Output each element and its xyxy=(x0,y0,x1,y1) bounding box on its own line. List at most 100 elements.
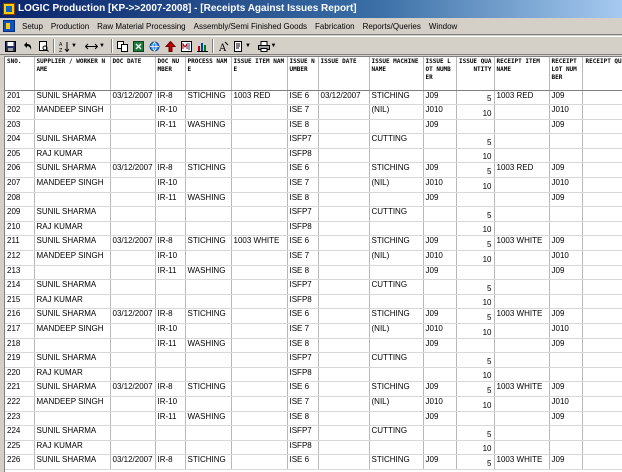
table-cell xyxy=(34,411,111,427)
menu-production[interactable]: Production xyxy=(47,18,93,35)
report-grid[interactable]: SNO. SUPPLIER / WORKER NAME DOC DATE DOC NU… xyxy=(4,56,622,472)
column-header[interactable]: DOC NUMBER xyxy=(155,57,186,91)
table-row[interactable]: 225 RAJ KUMAR ISFP8 10 xyxy=(5,440,622,456)
table-row[interactable]: 210 RAJ KUMAR ISFP8 10 xyxy=(5,221,622,237)
print-preview-icon[interactable] xyxy=(37,39,50,53)
table-row[interactable]: 224 SUNIL SHARMA ISFP7 CUTTING 5 xyxy=(5,425,622,441)
table-cell: J09 xyxy=(423,411,457,427)
resize-columns-icon[interactable]: ▼ xyxy=(84,39,106,53)
column-header[interactable]: ISSUE NUMBER xyxy=(287,57,319,91)
document-icon[interactable] xyxy=(3,20,15,32)
table-row[interactable]: 220 RAJ KUMAR ISFP8 10 xyxy=(5,367,622,383)
column-header[interactable]: ISSUE QUANTITY xyxy=(456,57,495,91)
page-setup-icon[interactable]: ▼ xyxy=(232,39,252,53)
menu-assembly[interactable]: Assembly/Semi Finished Goods xyxy=(190,18,311,35)
table-row[interactable]: 219 SUNIL SHARMA ISFP7 CUTTING 5 xyxy=(5,352,622,368)
table-row[interactable]: 213IR-11WASHINGISE 8J09J095 xyxy=(5,265,622,281)
table-row[interactable]: 214 SUNIL SHARMA ISFP7 CUTTING 5 xyxy=(5,279,622,295)
table-row[interactable]: 221 SUNIL SHARMA 03/12/2007 IR-8 STICHING ISE… xyxy=(5,381,622,397)
menu-window[interactable]: Window xyxy=(425,18,461,35)
print-icon[interactable]: ▼ xyxy=(256,39,278,53)
table-cell: 5 xyxy=(456,381,495,397)
table-cell: ISFP8 xyxy=(287,367,319,383)
undo-icon[interactable] xyxy=(21,39,34,53)
table-cell: 5 xyxy=(582,411,622,427)
table-cell: 03/12/2007 xyxy=(110,381,156,397)
table-cell: 209 xyxy=(5,206,35,222)
table-cell: CUTTING xyxy=(369,133,424,149)
internet-icon[interactable] xyxy=(148,39,161,53)
table-row[interactable]: 209 SUNIL SHARMA ISFP7 CUTTING 5 xyxy=(5,206,622,222)
table-cell xyxy=(369,192,424,208)
table-cell: WASHING xyxy=(185,119,232,135)
table-cell: 5 xyxy=(582,338,622,354)
sort-icon[interactable]: AZ ▼ xyxy=(58,39,78,53)
table-cell: 201 xyxy=(5,90,35,106)
column-header[interactable]: ISSUE ITEM NAME xyxy=(231,57,288,91)
table-cell: 10 xyxy=(456,396,495,412)
column-header[interactable]: RECEIPT ITEM NAME xyxy=(494,57,550,91)
table-cell xyxy=(231,454,288,470)
table-cell: 205 xyxy=(5,148,35,164)
table-cell: CUTTING xyxy=(369,279,424,295)
table-cell xyxy=(231,308,288,324)
column-header[interactable]: RECEIPT LOT NUMBER xyxy=(549,57,583,91)
table-row[interactable]: 206 SUNIL SHARMA 03/12/2007 IR-8 STICHING ISE… xyxy=(5,162,622,179)
menu-reports-queries[interactable]: Reports/Queries xyxy=(359,18,425,35)
table-row[interactable]: 202 MANDEEP SINGH IR-10 ISE 7 (NIL) J010 10 J01… xyxy=(5,104,622,120)
table-cell xyxy=(494,177,550,193)
font-icon[interactable]: A xyxy=(217,39,230,53)
table-cell xyxy=(456,119,495,135)
column-header[interactable]: ISSUE DATE xyxy=(318,57,370,91)
table-cell xyxy=(155,367,186,383)
table-row[interactable]: 226 SUNIL SHARMA 03/12/2007 IR-8 STICHING ISE… xyxy=(5,454,622,470)
menu-raw-material-processing[interactable]: Raw Material Processing xyxy=(93,18,189,35)
up-arrow-icon[interactable] xyxy=(164,39,177,53)
table-cell xyxy=(582,206,622,222)
table-cell xyxy=(155,133,186,149)
table-cell xyxy=(494,440,550,456)
table-cell: SUNIL SHARMA xyxy=(34,352,111,368)
table-cell: 204 xyxy=(5,133,35,149)
column-header[interactable]: SNO. xyxy=(5,57,35,91)
table-cell: J010 xyxy=(423,323,457,339)
table-cell: 10 xyxy=(456,367,495,383)
table-cell: 5 xyxy=(456,352,495,368)
table-row[interactable]: 215 RAJ KUMAR ISFP8 10 xyxy=(5,294,622,310)
column-header[interactable]: DOC DATE xyxy=(110,57,156,91)
title-bar[interactable]: LOGIC Production [KP->>2007-2008] - [Rec… xyxy=(0,0,622,18)
column-header[interactable]: ISSUE MACHINE NAME xyxy=(369,57,424,91)
table-cell: ISE 6 xyxy=(287,235,319,252)
table-cell: 208 xyxy=(5,192,35,208)
table-row[interactable]: 211 SUNIL SHARMA 03/12/2007 IR-8 STICHING 100… xyxy=(5,235,622,252)
column-header[interactable]: ISSUE LOT NUMBER xyxy=(423,57,457,91)
column-header[interactable]: RECEIPT QUANTITY xyxy=(582,57,622,91)
table-cell: 217 xyxy=(5,323,35,339)
table-row[interactable]: 222 MANDEEP SINGH IR-10 ISE 7 (NIL) J010 10 J01… xyxy=(5,396,622,412)
chart-icon[interactable] xyxy=(196,39,209,53)
table-cell xyxy=(185,352,232,368)
menu-setup[interactable]: Setup xyxy=(18,18,47,35)
copy-icon[interactable] xyxy=(116,39,129,53)
table-row[interactable]: 217 MANDEEP SINGH IR-10 ISE 7 (NIL) J010 10 J01… xyxy=(5,323,622,339)
table-row[interactable]: 218IR-11WASHINGISE 8J09J095 xyxy=(5,338,622,354)
excel-icon[interactable] xyxy=(132,39,145,53)
table-row[interactable]: 208IR-11WASHINGISE 8J09J095 xyxy=(5,192,622,208)
table-cell: J09 xyxy=(549,308,583,324)
column-header[interactable]: SUPPLIER / WORKER NAME xyxy=(34,57,111,91)
menu-fabrication[interactable]: Fabrication xyxy=(311,18,359,35)
table-row[interactable]: 205 RAJ KUMAR ISFP8 10 xyxy=(5,148,622,164)
table-cell: IR-10 xyxy=(155,104,186,120)
find-icon[interactable] xyxy=(180,39,193,53)
table-row[interactable]: 223IR-11WASHINGISE 8J09J095 xyxy=(5,411,622,427)
table-row[interactable]: 207 MANDEEP SINGH IR-10 ISE 7 (NIL) J010 10 J01… xyxy=(5,177,622,193)
column-header[interactable]: PROCESS NAME xyxy=(185,57,232,91)
table-row[interactable]: 204 SUNIL SHARMA ISFP7 CUTTING 5 xyxy=(5,133,622,149)
table-row[interactable]: 212 MANDEEP SINGH IR-10 ISE 7 (NIL) J010 10 J01… xyxy=(5,250,622,266)
save-icon[interactable] xyxy=(4,39,17,53)
table-cell xyxy=(582,425,622,441)
table-cell xyxy=(549,425,583,441)
table-row[interactable]: 203IR-11WASHINGISE 8J09J095 xyxy=(5,119,622,135)
table-row[interactable]: 201 SUNIL SHARMA 03/12/2007 IR-8 STICHING 100… xyxy=(5,90,622,106)
table-row[interactable]: 216 SUNIL SHARMA 03/12/2007 IR-8 STICHING ISE… xyxy=(5,308,622,324)
